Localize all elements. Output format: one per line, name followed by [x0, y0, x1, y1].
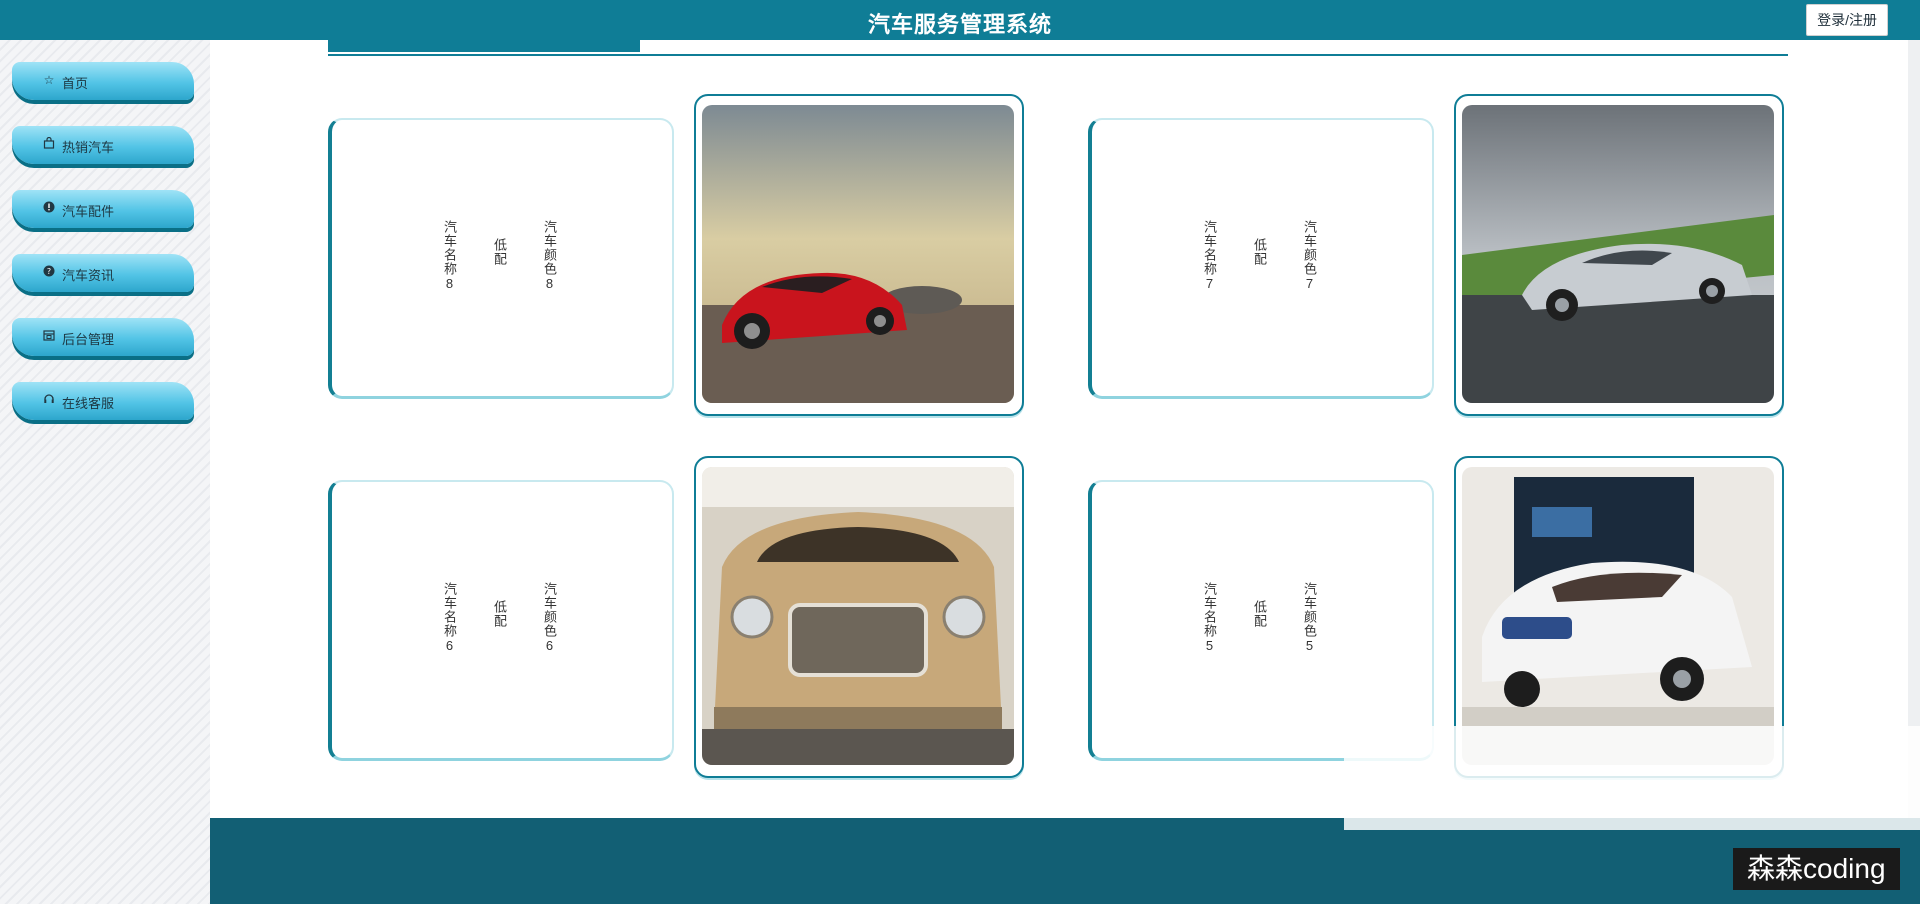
section-tab-bar [328, 40, 1788, 56]
gold-luxury-suv-image [702, 467, 1014, 765]
page-title: 汽车服务管理系统 [867, 12, 1052, 37]
sidebar-item-admin[interactable]: 后台管理 [12, 318, 194, 356]
sidebar-item-label: 热销汽车 [62, 140, 115, 155]
sidebar-item-home[interactable]: ☆ 首页 [12, 62, 194, 100]
car-info-card[interactable]: 汽车名称6 低配 汽车颜色6 [328, 480, 674, 761]
top-bar: 汽车服务管理系统 登录/注册 [0, 0, 1920, 40]
car-image-card[interactable] [1454, 94, 1784, 416]
help-icon: ? [42, 265, 56, 279]
car-info-card[interactable]: 汽车名称5 低配 汽车颜色5 [1088, 480, 1434, 761]
car-info-card[interactable]: 汽车名称7 低配 汽车颜色7 [1088, 118, 1434, 399]
sidebar-item-car-parts[interactable]: 汽车配件 [12, 190, 194, 228]
blurred-overlay [1344, 726, 1920, 830]
car-image-card[interactable] [694, 94, 1024, 416]
sidebar-item-label: 在线客服 [62, 396, 115, 411]
section-tab-active[interactable] [328, 40, 640, 52]
car-photo[interactable] [702, 105, 1014, 403]
car-color: 汽车颜色7 [1302, 220, 1317, 292]
car-photo[interactable] [702, 467, 1014, 765]
car-trim: 低配 [492, 600, 507, 628]
footer [210, 818, 1920, 904]
car-image-card[interactable] [694, 456, 1024, 778]
sidebar-item-label: 后台管理 [62, 332, 115, 347]
headset-icon [42, 393, 56, 407]
sidebar-item-online-service[interactable]: 在线客服 [12, 382, 194, 420]
sidebar-item-label: 汽车配件 [62, 204, 115, 219]
silver-concept-car-image [1462, 105, 1774, 403]
car-info-card[interactable]: 汽车名称8 低配 汽车颜色8 [328, 118, 674, 399]
watermark: 森森coding [1733, 848, 1900, 890]
car-name: 汽车名称8 [442, 220, 457, 292]
sidebar-item-label: 汽车资讯 [62, 268, 115, 283]
sidebar: ☆ 首页 热销汽车 汽车配件 ? 汽车资讯 后台管理 在线客服 [0, 40, 210, 904]
star-icon: ☆ [43, 73, 55, 87]
car-name: 汽车名称6 [442, 582, 457, 654]
sidebar-item-hot-cars[interactable]: 热销汽车 [12, 126, 194, 164]
white-electric-suv-image [1462, 467, 1774, 765]
car-name: 汽车名称5 [1202, 582, 1217, 654]
car-photo[interactable] [1462, 105, 1774, 403]
red-sports-car-image [702, 105, 1014, 403]
car-trim: 低配 [1252, 238, 1267, 266]
car-photo[interactable] [1462, 467, 1774, 765]
car-color: 汽车颜色8 [542, 220, 557, 292]
car-color: 汽车颜色6 [542, 582, 557, 654]
car-name: 汽车名称7 [1202, 220, 1217, 292]
car-trim: 低配 [1252, 600, 1267, 628]
car-trim: 低配 [492, 238, 507, 266]
login-register-button[interactable]: 登录/注册 [1806, 4, 1888, 36]
svg-text:?: ? [47, 267, 51, 276]
car-color: 汽车颜色5 [1302, 582, 1317, 654]
alert-icon [42, 201, 56, 215]
bag-icon [42, 136, 56, 151]
calendar-icon [42, 329, 56, 343]
sidebar-item-label: 首页 [62, 76, 89, 91]
sidebar-item-car-news[interactable]: ? 汽车资讯 [12, 254, 194, 292]
